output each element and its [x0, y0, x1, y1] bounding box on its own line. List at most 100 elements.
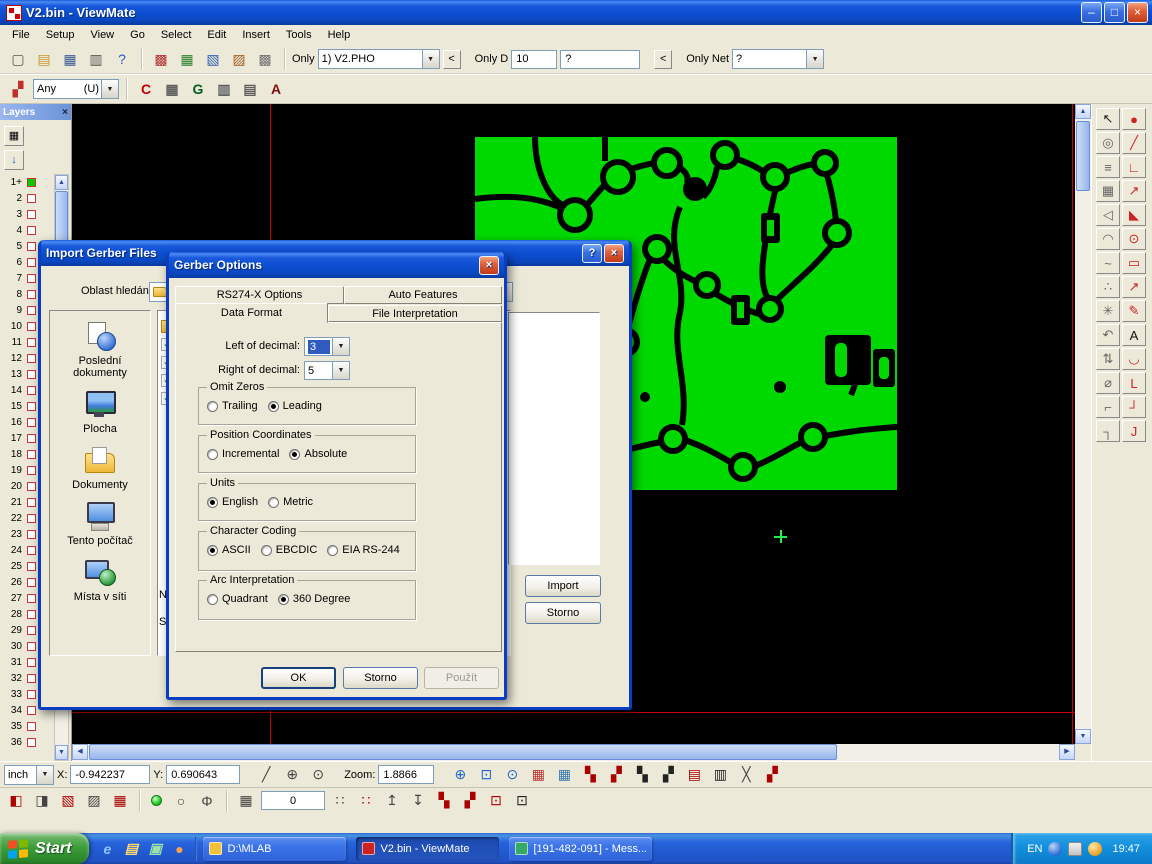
- import-dialog-close-button[interactable]: ×: [604, 244, 624, 263]
- select-aperture-button[interactable]: A: [264, 77, 288, 101]
- gerber-dialog-titlebar[interactable]: Gerber Options ×: [169, 252, 504, 278]
- desktop-shortcut-icon[interactable]: ▣: [145, 839, 165, 859]
- print-icon[interactable]: ▥: [84, 47, 108, 71]
- dropdown-arrow-icon[interactable]: ▼: [332, 362, 349, 379]
- sketch-view-icon[interactable]: ▧: [201, 47, 225, 71]
- mirror-film-icon[interactable]: ▞: [760, 763, 784, 787]
- folder-shortcut-icon[interactable]: ▤: [121, 839, 141, 859]
- layer-color-chip[interactable]: [27, 466, 36, 475]
- swap-axes-icon[interactable]: ╳: [734, 763, 758, 787]
- scroll-left-icon[interactable]: ◀: [72, 744, 88, 760]
- dialog-help-button[interactable]: ?: [582, 244, 602, 263]
- task-button[interactable]: V2.bin - ViewMate: [356, 837, 499, 861]
- layer-row[interactable]: 35: [2, 718, 52, 734]
- layer-row[interactable]: 4: [2, 222, 52, 238]
- layer-color-chip[interactable]: [27, 642, 36, 651]
- add-rectangle-icon[interactable]: ▭: [1122, 252, 1146, 274]
- net-combobox[interactable]: ? ▼: [732, 49, 824, 69]
- dropdown-arrow-icon[interactable]: ▼: [806, 50, 823, 68]
- import-cancel-button[interactable]: Storno: [525, 602, 601, 624]
- save-icon[interactable]: ▦: [58, 47, 82, 71]
- aperture-grid-icon[interactable]: ▦: [552, 763, 576, 787]
- select-group-button[interactable]: G: [186, 77, 210, 101]
- scroll-down-icon[interactable]: ▼: [55, 745, 68, 760]
- pad-mark-icon-2[interactable]: ⊡: [510, 789, 534, 813]
- layer-color-chip[interactable]: [27, 610, 36, 619]
- help-pointer-icon[interactable]: ?: [110, 47, 134, 71]
- layer-combobox[interactable]: 1) V2.PHO ▼: [318, 49, 440, 69]
- layer-color-chip[interactable]: [27, 226, 36, 235]
- add-arc-icon[interactable]: ◡: [1122, 348, 1146, 370]
- layer-color-chip[interactable]: [27, 274, 36, 283]
- dropdown-arrow-icon[interactable]: ▼: [36, 766, 53, 784]
- menu-item[interactable]: View: [82, 27, 122, 43]
- scroll-up-icon[interactable]: ▲: [1075, 104, 1091, 119]
- corner-bracket-icon[interactable]: ┘: [1122, 396, 1146, 418]
- place-network[interactable]: Místa v síti: [52, 556, 148, 603]
- add-flash-icon[interactable]: ●: [1122, 108, 1146, 130]
- snap-top-icon[interactable]: ↥: [380, 789, 404, 813]
- layer-color-chip[interactable]: [27, 562, 36, 571]
- dropdown-arrow-icon[interactable]: ▼: [332, 338, 349, 355]
- layer-color-chip[interactable]: [27, 434, 36, 443]
- layer-move-icon[interactable]: ↓: [4, 150, 24, 170]
- ok-button[interactable]: OK: [261, 667, 336, 689]
- horizontal-scrollbar[interactable]: ◀ ▶: [72, 744, 1075, 761]
- menu-item[interactable]: Help: [320, 27, 359, 43]
- mirror-icon[interactable]: ◁: [1096, 204, 1120, 226]
- layer-row[interactable]: 3: [2, 206, 52, 222]
- radio-option[interactable]: English: [207, 496, 258, 508]
- unit-combobox[interactable]: inch ▼: [4, 765, 54, 785]
- film-view-icon[interactable]: ▩: [149, 47, 173, 71]
- film-dark-icon[interactable]: ▚: [630, 763, 654, 787]
- dimension-j-icon[interactable]: J: [1122, 420, 1146, 442]
- apply-button[interactable]: Použít: [424, 667, 499, 689]
- text-tool-icon[interactable]: A: [1122, 324, 1146, 346]
- internet-explorer-icon[interactable]: e: [97, 839, 117, 859]
- radio-option[interactable]: Absolute: [289, 448, 347, 460]
- radio-option[interactable]: EBCDIC: [261, 544, 318, 556]
- swap-layers-icon[interactable]: ⇅: [1096, 348, 1120, 370]
- y-coordinate-input[interactable]: 0.690643: [166, 765, 240, 784]
- table-dark-icon[interactable]: ▥: [708, 763, 732, 787]
- layer-color-chip[interactable]: [27, 194, 36, 203]
- select-components-button[interactable]: C: [134, 77, 158, 101]
- snap-icon[interactable]: ⊙: [306, 763, 330, 787]
- layer-color-chip[interactable]: [27, 258, 36, 267]
- layer-color-chip[interactable]: [27, 530, 36, 539]
- layer-color-chip[interactable]: [27, 338, 36, 347]
- concentric-circles-icon[interactable]: ◎: [1096, 132, 1120, 154]
- select-mode-icon[interactable]: ▞: [6, 77, 30, 101]
- layer-color-chip[interactable]: [27, 674, 36, 683]
- radio-option[interactable]: Incremental: [207, 448, 279, 460]
- clock[interactable]: 19:47: [1112, 843, 1140, 855]
- menu-item[interactable]: Edit: [199, 27, 234, 43]
- film-negative-icon[interactable]: ▞: [604, 763, 628, 787]
- layers-panel-close-icon[interactable]: ×: [62, 107, 68, 118]
- filled-grid-icon[interactable]: ▦: [1096, 180, 1120, 202]
- scroll-right-icon[interactable]: ▶: [1059, 744, 1075, 760]
- layer-color-chip[interactable]: [27, 354, 36, 363]
- zoom-previous-icon[interactable]: ⊙: [500, 763, 524, 787]
- undo-arc-icon[interactable]: ↶: [1096, 324, 1120, 346]
- vertical-scroll-thumb[interactable]: [1076, 121, 1090, 191]
- radio-option[interactable]: Quadrant: [207, 593, 268, 605]
- film-clear-icon[interactable]: ▞: [656, 763, 680, 787]
- radio-option[interactable]: Leading: [268, 400, 322, 412]
- menu-item[interactable]: Insert: [234, 27, 278, 43]
- right-of-decimal-combobox[interactable]: 5 ▼: [304, 361, 350, 380]
- film-mark-icon-1[interactable]: ▚: [432, 789, 456, 813]
- table-red-icon[interactable]: ▤: [682, 763, 706, 787]
- layer-table-icon[interactable]: ▦: [4, 126, 24, 146]
- zoom-input[interactable]: 1.8866: [378, 765, 434, 784]
- layer-color-chip[interactable]: [27, 402, 36, 411]
- grid-dots-icon[interactable]: ∷: [328, 789, 352, 813]
- new-file-icon[interactable]: ▢: [6, 47, 30, 71]
- pad-probe-icon[interactable]: ○: [169, 789, 193, 813]
- tray-globe-icon[interactable]: [1048, 842, 1062, 856]
- film-positive-icon[interactable]: ▚: [578, 763, 602, 787]
- layer-color-chip[interactable]: [27, 706, 36, 715]
- layer-color-chip[interactable]: [27, 370, 36, 379]
- layer-color-chip[interactable]: [27, 322, 36, 331]
- layer-color-chip[interactable]: [27, 386, 36, 395]
